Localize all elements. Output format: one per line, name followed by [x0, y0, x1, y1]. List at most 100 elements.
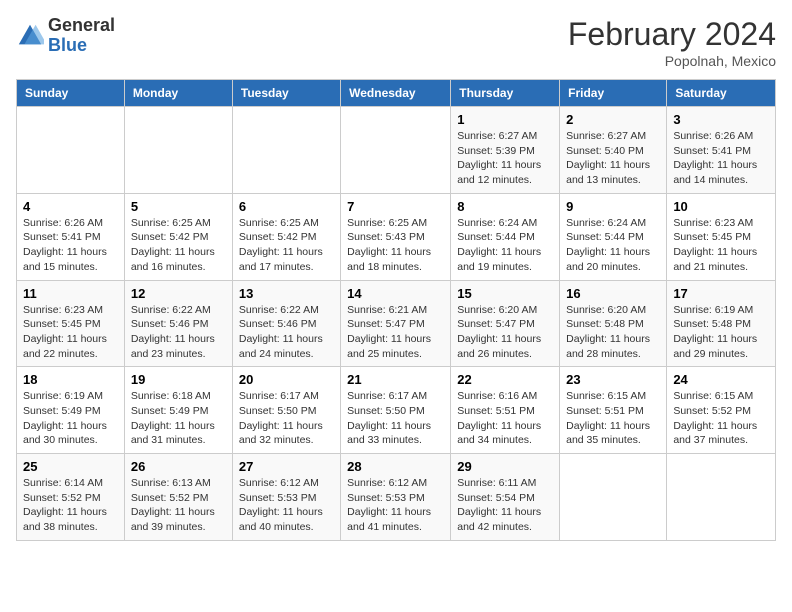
day-number: 14: [347, 286, 444, 301]
day-cell: [232, 107, 340, 194]
day-cell: [560, 454, 667, 541]
week-row-3: 18Sunrise: 6:19 AMSunset: 5:49 PMDayligh…: [17, 367, 776, 454]
day-cell: 9Sunrise: 6:24 AMSunset: 5:44 PMDaylight…: [560, 193, 667, 280]
day-number: 22: [457, 372, 553, 387]
day-number: 27: [239, 459, 334, 474]
day-cell: 15 Sunrise: 6:20 AMSunset: 5:47 PMDayligh…: [451, 280, 560, 367]
header-thursday: Thursday: [451, 80, 560, 107]
day-number: 9: [566, 199, 660, 214]
header-sunday: Sunday: [17, 80, 125, 107]
logo-icon: [16, 22, 44, 50]
day-info: Sunrise: 6:12 AMSunset: 5:53 PMDaylight:…: [347, 476, 444, 535]
logo-general: General: [48, 16, 115, 36]
day-cell: 13 Sunrise: 6:22 AMSunset: 5:46 PMDayligh…: [232, 280, 340, 367]
month-title: February 2024: [568, 16, 776, 53]
day-number: 6: [239, 199, 334, 214]
day-cell: 8 Sunrise: 6:24 AMSunset: 5:44 PMDaylight…: [451, 193, 560, 280]
day-cell: 5 Sunrise: 6:25 AMSunset: 5:42 PMDaylight…: [124, 193, 232, 280]
day-info: Sunrise: 6:26 AMSunset: 5:41 PMDaylight:…: [673, 129, 769, 188]
day-info: Sunrise: 6:23 AMSunset: 5:45 PMDaylight:…: [673, 216, 769, 275]
day-cell: 11Sunrise: 6:23 AMSunset: 5:45 PMDayligh…: [17, 280, 125, 367]
day-number: 19: [131, 372, 226, 387]
day-info: Sunrise: 6:15 AMSunset: 5:52 PMDaylight:…: [673, 389, 769, 448]
day-number: 8: [457, 199, 553, 214]
calendar-body: 1 Sunrise: 6:27 AMSunset: 5:39 PMDaylight…: [17, 107, 776, 541]
day-cell: 26 Sunrise: 6:13 AMSunset: 5:52 PMDayligh…: [124, 454, 232, 541]
header-wednesday: Wednesday: [341, 80, 451, 107]
header-saturday: Saturday: [667, 80, 776, 107]
day-cell: [341, 107, 451, 194]
day-cell: 1 Sunrise: 6:27 AMSunset: 5:39 PMDaylight…: [451, 107, 560, 194]
header-row: Sunday Monday Tuesday Wednesday Thursday…: [17, 80, 776, 107]
day-cell: 6 Sunrise: 6:25 AMSunset: 5:42 PMDaylight…: [232, 193, 340, 280]
day-number: 26: [131, 459, 226, 474]
day-number: 3: [673, 112, 769, 127]
day-cell: 10 Sunrise: 6:23 AMSunset: 5:45 PMDayligh…: [667, 193, 776, 280]
day-number: 10: [673, 199, 769, 214]
day-cell: 12Sunrise: 6:22 AMSunset: 5:46 PMDayligh…: [124, 280, 232, 367]
day-info: Sunrise: 6:25 AMSunset: 5:42 PMDaylight:…: [131, 216, 226, 275]
day-cell: 18Sunrise: 6:19 AMSunset: 5:49 PMDayligh…: [17, 367, 125, 454]
logo-blue: Blue: [48, 36, 115, 56]
day-info: Sunrise: 6:27 AMSunset: 5:40 PMDaylight:…: [566, 129, 660, 188]
location: Popolnah, Mexico: [568, 53, 776, 69]
day-cell: 4 Sunrise: 6:26 AMSunset: 5:41 PMDaylight…: [17, 193, 125, 280]
day-info: Sunrise: 6:26 AMSunset: 5:41 PMDaylight:…: [23, 216, 118, 275]
header-friday: Friday: [560, 80, 667, 107]
day-info: Sunrise: 6:24 AMSunset: 5:44 PMDaylight:…: [457, 216, 553, 275]
day-info: Sunrise: 6:23 AMSunset: 5:45 PMDaylight:…: [23, 303, 118, 362]
day-cell: 24 Sunrise: 6:15 AMSunset: 5:52 PMDayligh…: [667, 367, 776, 454]
day-number: 25: [23, 459, 118, 474]
day-cell: 20Sunrise: 6:17 AMSunset: 5:50 PMDayligh…: [232, 367, 340, 454]
day-number: 29: [457, 459, 553, 474]
day-number: 15: [457, 286, 553, 301]
day-info: Sunrise: 6:16 AMSunset: 5:51 PMDaylight:…: [457, 389, 553, 448]
day-info: Sunrise: 6:25 AMSunset: 5:43 PMDaylight:…: [347, 216, 444, 275]
day-cell: [124, 107, 232, 194]
day-number: 21: [347, 372, 444, 387]
week-row-1: 4 Sunrise: 6:26 AMSunset: 5:41 PMDaylight…: [17, 193, 776, 280]
day-info: Sunrise: 6:20 AMSunset: 5:47 PMDaylight:…: [457, 303, 553, 362]
day-info: Sunrise: 6:22 AMSunset: 5:46 PMDaylight:…: [239, 303, 334, 362]
calendar-table: Sunday Monday Tuesday Wednesday Thursday…: [16, 79, 776, 541]
day-cell: 22 Sunrise: 6:16 AMSunset: 5:51 PMDayligh…: [451, 367, 560, 454]
day-number: 16: [566, 286, 660, 301]
day-cell: 29Sunrise: 6:11 AMSunset: 5:54 PMDayligh…: [451, 454, 560, 541]
day-info: Sunrise: 6:12 AMSunset: 5:53 PMDaylight:…: [239, 476, 334, 535]
day-cell: [667, 454, 776, 541]
day-info: Sunrise: 6:18 AMSunset: 5:49 PMDaylight:…: [131, 389, 226, 448]
day-number: 12: [131, 286, 226, 301]
page-header: General Blue February 2024 Popolnah, Mex…: [16, 16, 776, 69]
day-cell: 3 Sunrise: 6:26 AMSunset: 5:41 PMDaylight…: [667, 107, 776, 194]
day-info: Sunrise: 6:19 AMSunset: 5:48 PMDaylight:…: [673, 303, 769, 362]
day-cell: 19 Sunrise: 6:18 AMSunset: 5:49 PMDayligh…: [124, 367, 232, 454]
day-number: 7: [347, 199, 444, 214]
day-cell: 2 Sunrise: 6:27 AMSunset: 5:40 PMDaylight…: [560, 107, 667, 194]
day-cell: 16Sunrise: 6:20 AMSunset: 5:48 PMDayligh…: [560, 280, 667, 367]
day-number: 20: [239, 372, 334, 387]
title-block: February 2024 Popolnah, Mexico: [568, 16, 776, 69]
day-number: 1: [457, 112, 553, 127]
day-cell: 28Sunrise: 6:12 AMSunset: 5:53 PMDayligh…: [341, 454, 451, 541]
day-number: 24: [673, 372, 769, 387]
logo: General Blue: [16, 16, 115, 56]
day-info: Sunrise: 6:25 AMSunset: 5:42 PMDaylight:…: [239, 216, 334, 275]
day-number: 17: [673, 286, 769, 301]
day-info: Sunrise: 6:13 AMSunset: 5:52 PMDaylight:…: [131, 476, 226, 535]
header-monday: Monday: [124, 80, 232, 107]
day-cell: [17, 107, 125, 194]
day-cell: 17 Sunrise: 6:19 AMSunset: 5:48 PMDayligh…: [667, 280, 776, 367]
day-number: 5: [131, 199, 226, 214]
day-number: 4: [23, 199, 118, 214]
day-info: Sunrise: 6:27 AMSunset: 5:39 PMDaylight:…: [457, 129, 553, 188]
day-cell: 25Sunrise: 6:14 AMSunset: 5:52 PMDayligh…: [17, 454, 125, 541]
day-info: Sunrise: 6:17 AMSunset: 5:50 PMDaylight:…: [347, 389, 444, 448]
day-number: 23: [566, 372, 660, 387]
day-info: Sunrise: 6:19 AMSunset: 5:49 PMDaylight:…: [23, 389, 118, 448]
day-number: 2: [566, 112, 660, 127]
day-cell: 21 Sunrise: 6:17 AMSunset: 5:50 PMDayligh…: [341, 367, 451, 454]
week-row-0: 1 Sunrise: 6:27 AMSunset: 5:39 PMDaylight…: [17, 107, 776, 194]
week-row-2: 11Sunrise: 6:23 AMSunset: 5:45 PMDayligh…: [17, 280, 776, 367]
day-number: 13: [239, 286, 334, 301]
week-row-4: 25Sunrise: 6:14 AMSunset: 5:52 PMDayligh…: [17, 454, 776, 541]
